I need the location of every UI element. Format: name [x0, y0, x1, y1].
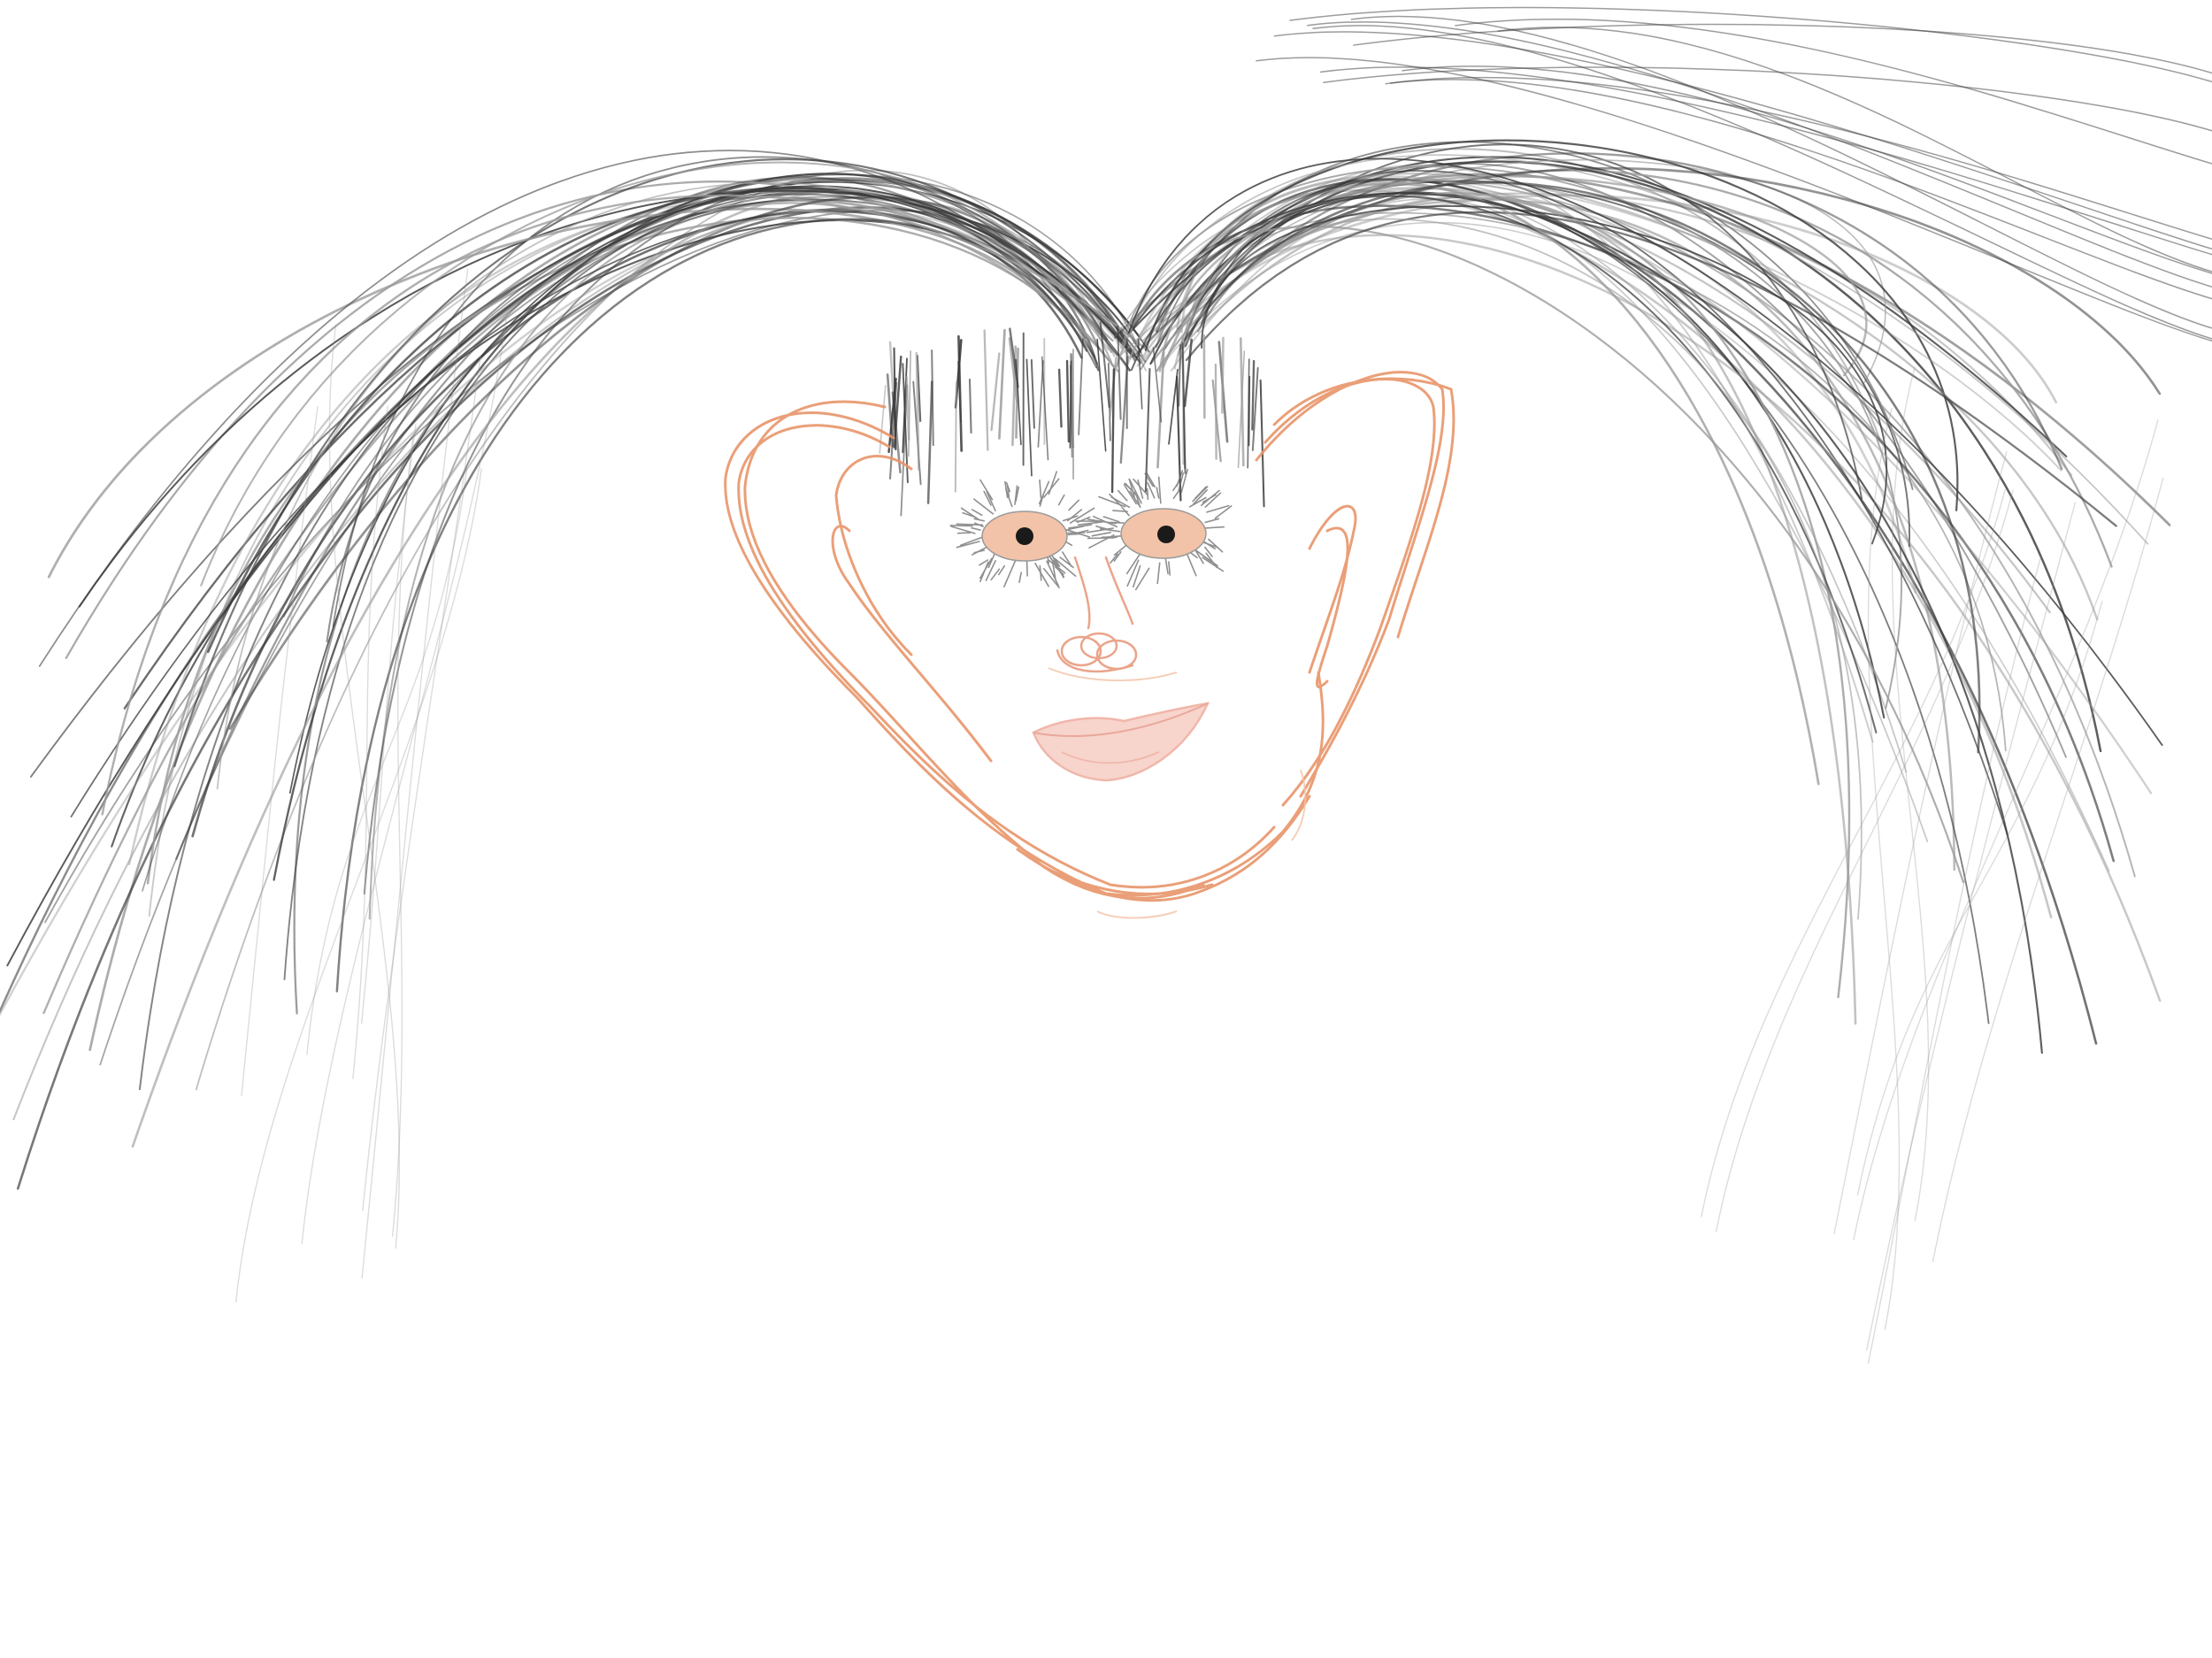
- hair-strand: [362, 356, 481, 1212]
- eyelash-stroke: [1202, 557, 1225, 572]
- eyelash-stroke: [973, 518, 985, 522]
- eyelash-stroke: [1068, 499, 1080, 511]
- hair-strand: [1202, 334, 1206, 419]
- eyelash-stroke: [1003, 560, 1017, 587]
- eyelash-stroke: [1091, 532, 1111, 537]
- eyelash-stroke: [1168, 561, 1171, 576]
- hair-strand: [1221, 336, 1225, 414]
- left-eye: [981, 510, 1068, 562]
- nose: [1056, 556, 1138, 673]
- eyelash-stroke: [998, 564, 1005, 576]
- hair-strand: [1248, 375, 1251, 447]
- hair-strand: [283, 190, 1098, 980]
- left-pupil: [1016, 527, 1033, 545]
- hair-strand: [926, 380, 933, 504]
- hair-strand: [1158, 175, 1868, 377]
- eyelash-stroke: [1195, 549, 1218, 567]
- hair-strand: [1867, 557, 2042, 1364]
- eyelash-stroke: [1118, 489, 1128, 502]
- eyelash-stroke: [986, 491, 996, 511]
- hair-strand: [1867, 407, 1901, 1331]
- hair-strand: [1273, 31, 2212, 250]
- hair-strand: [1156, 192, 1851, 999]
- eyelash-stroke: [971, 509, 983, 517]
- eyelash-stroke: [1204, 526, 1225, 529]
- skin-strokes: [1048, 667, 1307, 919]
- eyelash-stroke: [1018, 572, 1022, 583]
- hair-strand: [1251, 359, 1256, 431]
- hair-strand: [998, 328, 1006, 440]
- hair-strand: [908, 350, 911, 457]
- hair-strand: [1179, 196, 1857, 1025]
- hair-strand: [1037, 360, 1044, 448]
- eyelash-stroke: [1204, 546, 1213, 557]
- drawing-canvas[interactable]: [0, 0, 2212, 1658]
- hair-strand: [1116, 225, 1965, 884]
- sketch-svg: [0, 6, 2212, 1364]
- hair-strand: [1259, 379, 1265, 508]
- hair-strand: [228, 196, 1108, 730]
- eyelash-stroke: [1157, 476, 1162, 504]
- right-pupil: [1157, 526, 1175, 543]
- eyelash-stroke: [1109, 493, 1123, 507]
- hair-strand: [968, 378, 972, 434]
- hair-strand: [983, 329, 989, 451]
- hair-strand: [1185, 211, 2007, 752]
- hair-strand: [1030, 358, 1035, 429]
- hair-strand: [306, 469, 468, 1055]
- hair-strand: [1455, 18, 2212, 165]
- hair-strand: [146, 217, 1117, 885]
- hair-strand: [1057, 368, 1063, 428]
- hair-strand: [1185, 211, 2117, 527]
- eyelash-stroke: [1062, 551, 1072, 567]
- eyelash-stroke: [1110, 521, 1125, 524]
- hair-strands: [0, 6, 2212, 1364]
- hair-strand: [1170, 198, 1929, 843]
- eyelash-stroke: [971, 526, 981, 531]
- hair-strand: [990, 352, 1001, 432]
- hair-strand: [1152, 347, 1163, 423]
- hair-strand: [1132, 192, 2043, 1055]
- hair-strand: [0, 207, 1132, 1017]
- hair-strand: [1115, 183, 1908, 773]
- hair-strand: [1025, 358, 1033, 477]
- hair-strand: [1184, 181, 1981, 754]
- eyelash-stroke: [979, 559, 989, 566]
- hair-strand: [235, 468, 482, 1302]
- hair-strand: [111, 219, 1087, 848]
- eyelash-stroke: [1102, 516, 1120, 523]
- hair-strand: [131, 189, 1118, 1148]
- hair-strand: [301, 319, 507, 1245]
- mouth: [1032, 702, 1210, 782]
- hair-strand: [1932, 477, 2164, 1263]
- hair-strand: [88, 177, 1113, 1052]
- eyelash-stroke: [1145, 471, 1156, 488]
- hair-strand: [1065, 359, 1071, 443]
- eyelash-stroke: [1034, 563, 1049, 587]
- eyelash-stroke: [1204, 518, 1220, 524]
- eyelash-stroke: [1039, 479, 1042, 499]
- eyelash-stroke: [1156, 562, 1161, 585]
- right-eye: [1120, 508, 1207, 559]
- eyelash-stroke: [1057, 494, 1065, 506]
- hair-strand: [1239, 337, 1245, 467]
- eyelash-stroke: [1156, 487, 1160, 499]
- hair-strand: [1177, 218, 1863, 920]
- hair-strand: [16, 206, 1100, 1190]
- hair-strand: [1176, 188, 2053, 919]
- hair-strand: [360, 423, 417, 1025]
- eyelash-stroke: [1164, 558, 1169, 575]
- hair-strand: [1136, 234, 2162, 1002]
